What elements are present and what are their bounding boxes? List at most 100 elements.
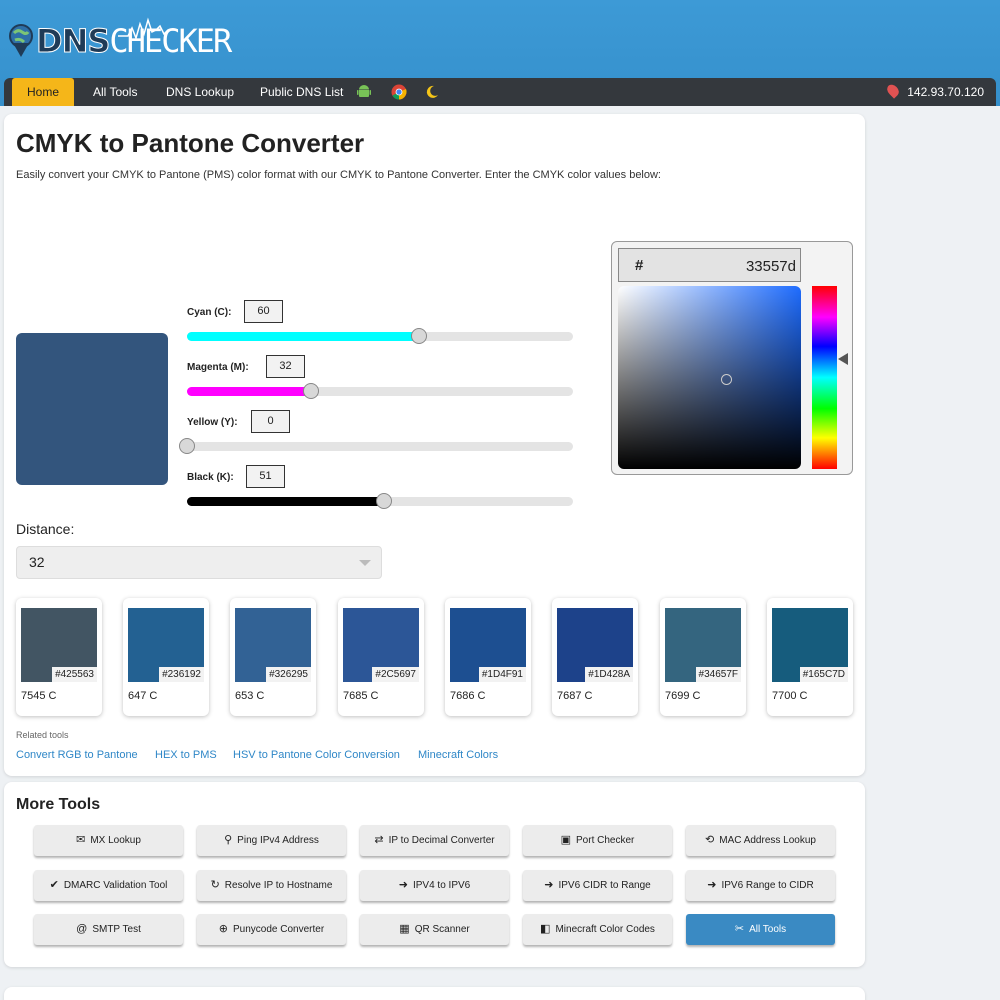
at-sign-icon: @ [76, 923, 88, 935]
tool-button-resolve-ip-to-hostname[interactable]: ↻ Resolve IP to Hostname [197, 870, 346, 901]
tool-button-label: IPV6 Range to CIDR [721, 880, 814, 891]
pantone-hex: #2C5697 [372, 667, 419, 682]
nav-dns-lookup[interactable]: DNS Lookup [162, 78, 238, 106]
tool-button-ping-ipv4-address[interactable]: ⚲ Ping IPv4 Address [197, 825, 346, 856]
yellow-input[interactable]: 0 [251, 410, 290, 433]
tool-button-punycode-converter[interactable]: ⊕ Punycode Converter [197, 914, 346, 945]
black-slider[interactable] [187, 493, 573, 509]
pantone-swatch: #165C7D [772, 608, 848, 682]
chrome-icon[interactable] [391, 84, 407, 100]
related-link-hex-to-pms[interactable]: HEX to PMS [155, 749, 217, 761]
tool-button-port-checker[interactable]: ▣ Port Checker [523, 825, 672, 856]
yellow-slider-thumb[interactable] [179, 438, 195, 454]
pantone-result-tile[interactable]: #1D4F91 7686 C [445, 598, 531, 716]
related-link-hsv-to-pantone[interactable]: HSV to Pantone Color Conversion [233, 749, 400, 761]
magenta-input[interactable]: 32 [266, 355, 305, 378]
tool-button-label: Port Checker [576, 835, 635, 846]
pantone-name: 7545 C [21, 690, 57, 702]
network-cable-icon: ⟲ [705, 834, 715, 846]
yellow-slider[interactable] [179, 438, 573, 454]
location-pin-icon: ⚲ [224, 834, 233, 846]
pantone-swatch: #1D428A [557, 608, 633, 682]
magenta-slider[interactable] [187, 383, 573, 399]
nav-public-dns-list[interactable]: Public DNS List [256, 78, 347, 106]
nav-all-tools[interactable]: All Tools [89, 78, 141, 106]
converter-card: CMYK to Pantone Converter Easily convert… [4, 114, 865, 776]
tool-button-minecraft-color-codes[interactable]: ◧ Minecraft Color Codes [523, 914, 672, 945]
pantone-hex: #34657F [695, 667, 741, 682]
distance-value: 32 [29, 554, 45, 570]
black-slider-thumb[interactable] [375, 493, 392, 509]
site-header: DNSCHECKER Home All Tools DNS Lookup Pub… [0, 0, 1000, 106]
tool-button-smtp-test[interactable]: @ SMTP Test [34, 914, 183, 945]
qr-code-icon: ▦ [399, 923, 410, 935]
main-navbar: Home All Tools DNS Lookup Public DNS Lis… [4, 78, 996, 106]
magenta-label: Magenta (M): [187, 362, 249, 373]
color-picker: # 33557d [611, 241, 853, 475]
tool-button-ip-to-decimal-converter[interactable]: ⇄ IP to Decimal Converter [360, 825, 509, 856]
pantone-result-tile[interactable]: #2C5697 7685 C [338, 598, 424, 716]
pantone-name: 653 C [235, 690, 265, 702]
tool-button-mac-address-lookup[interactable]: ⟲ MAC Address Lookup [686, 825, 835, 856]
pantone-swatch: #236192 [128, 608, 204, 682]
pantone-hex: #1D4F91 [478, 667, 526, 682]
cyan-input[interactable]: 60 [244, 300, 283, 323]
more-tools-title: More Tools [16, 796, 101, 813]
refresh-icon: ↻ [210, 879, 220, 891]
tool-button-label: All Tools [749, 924, 787, 935]
tool-button-dmarc-validation-tool[interactable]: ✔ DMARC Validation Tool [34, 870, 183, 901]
logo-dns: DNS [35, 22, 110, 61]
color-preview-swatch [16, 333, 168, 485]
android-icon[interactable] [356, 84, 372, 100]
cyan-slider[interactable] [187, 328, 573, 344]
pantone-result-tile[interactable]: #326295 653 C [230, 598, 316, 716]
tool-button-label: Ping IPv4 Address [237, 835, 319, 846]
pantone-name: 647 C [128, 690, 158, 702]
tool-button-mx-lookup[interactable]: ✉ MX Lookup [34, 825, 183, 856]
tool-button-ipv4-to-ipv6[interactable]: ➜ IPV4 to IPV6 [360, 870, 509, 901]
yellow-label: Yellow (Y): [187, 417, 238, 428]
pantone-result-tile[interactable]: #236192 647 C [123, 598, 209, 716]
site-logo[interactable]: DNSCHECKER [8, 16, 232, 66]
related-link-minecraft-colors[interactable]: Minecraft Colors [418, 749, 498, 761]
related-link-rgb-to-pantone[interactable]: Convert RGB to Pantone [16, 749, 138, 761]
location-pin-icon [885, 82, 902, 99]
tool-button-all-tools[interactable]: ✂ All Tools [686, 914, 835, 945]
tools-icon: ✂ [734, 923, 745, 935]
minecraft-icon: ◧ [540, 923, 551, 935]
tool-button-label: MX Lookup [90, 835, 141, 846]
related-tools-label: Related tools [16, 730, 69, 740]
pantone-result-tile[interactable]: #34657F 7699 C [660, 598, 746, 716]
tool-button-label: Resolve IP to Hostname [224, 880, 333, 891]
ethernet-port-icon: ▣ [560, 834, 572, 846]
distance-label: Distance: [16, 521, 75, 537]
hex-input[interactable]: # 33557d [618, 248, 801, 282]
pantone-hex: #425563 [52, 667, 97, 682]
magenta-slider-thumb[interactable] [302, 383, 319, 399]
tool-button-label: IP to Decimal Converter [388, 835, 495, 846]
black-input[interactable]: 51 [246, 465, 285, 488]
cyan-slider-thumb[interactable] [410, 328, 427, 344]
pantone-result-tile[interactable]: #165C7D 7700 C [767, 598, 853, 716]
nav-home[interactable]: Home [12, 78, 74, 106]
arrow-right-icon: ➜ [544, 879, 554, 891]
pantone-result-tile[interactable]: #425563 7545 C [16, 598, 102, 716]
pantone-result-tile[interactable]: #1D428A 7687 C [552, 598, 638, 716]
tool-button-qr-scanner[interactable]: ▦ QR Scanner [360, 914, 509, 945]
hex-hash-label: # [635, 257, 644, 274]
tool-button-ipv6-cidr-to-range[interactable]: ➜ IPV6 CIDR to Range [523, 870, 672, 901]
hue-slider-arrow-icon[interactable] [838, 353, 848, 365]
moon-icon[interactable] [424, 84, 440, 100]
black-label: Black (K): [187, 472, 234, 483]
globe-icon: ⊕ [218, 923, 229, 935]
saturation-value-area[interactable] [618, 286, 801, 469]
hue-slider[interactable] [812, 286, 837, 469]
pantone-swatch: #34657F [665, 608, 741, 682]
tool-button-label: QR Scanner [414, 924, 470, 935]
tool-button-label: IPV4 to IPV6 [412, 880, 471, 891]
picker-cursor[interactable] [721, 374, 732, 385]
distance-select[interactable]: 32 [16, 546, 382, 579]
pantone-name: 7700 C [772, 690, 808, 702]
pantone-name: 7699 C [665, 690, 701, 702]
tool-button-ipv6-range-to-cidr[interactable]: ➜ IPV6 Range to CIDR [686, 870, 835, 901]
